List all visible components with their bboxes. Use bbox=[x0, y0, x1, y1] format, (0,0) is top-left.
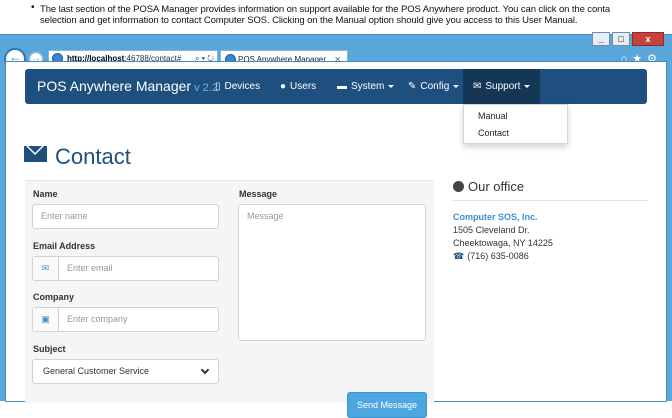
wrench-icon: ✎ bbox=[408, 81, 417, 92]
nav-system[interactable]: ▬ System bbox=[337, 69, 395, 104]
instruction-line-2: selection and get information to contact… bbox=[40, 15, 578, 26]
nav-devices-label: Devices bbox=[224, 81, 261, 92]
nav-users-label: Users bbox=[290, 81, 317, 92]
hdd-icon: ▬ bbox=[337, 81, 347, 92]
nav-config-label: Config bbox=[420, 81, 450, 92]
subject-value: General Customer Service bbox=[43, 366, 150, 376]
menu-item-manual[interactable]: Manual bbox=[478, 111, 508, 121]
office-street: 1505 Cleveland Dr. bbox=[453, 225, 530, 235]
envelope-icon: ✉ bbox=[33, 257, 59, 280]
page-title: Contact bbox=[24, 144, 131, 174]
name-input[interactable]: Enter name bbox=[32, 204, 219, 229]
page-viewport: POS Anywhere Manager v 2.2 ▯ Devices ● User… bbox=[5, 61, 667, 418]
nav-support[interactable]: ✉ Support bbox=[463, 69, 541, 104]
message-label: Message bbox=[239, 189, 278, 199]
office-city: Cheektowaga, NY 14225 bbox=[453, 238, 553, 248]
email-placeholder: Enter email bbox=[67, 263, 113, 273]
name-label: Name bbox=[33, 189, 58, 199]
browser-window: _ □ x ← → http://localhost:46788/contact… bbox=[0, 32, 672, 418]
envelope-icon: ✉ bbox=[473, 81, 482, 92]
contact-form: Name Enter name Email Address ✉ Enter em… bbox=[25, 180, 434, 418]
tablet-icon: ▯ bbox=[215, 81, 221, 92]
close-button[interactable]: x bbox=[632, 32, 664, 46]
office-info: Our office Computer SOS, Inc. 1505 Cleve… bbox=[453, 179, 648, 263]
subject-select[interactable]: General Customer Service bbox=[32, 359, 219, 384]
subject-label: Subject bbox=[33, 344, 66, 354]
brand[interactable]: POS Anywhere Manager v 2.2 bbox=[37, 78, 218, 94]
office-heading: Our office bbox=[453, 179, 648, 201]
support-dropdown: Manual Contact bbox=[463, 104, 568, 144]
message-textarea[interactable]: Message bbox=[238, 204, 426, 341]
nav-config[interactable]: ✎ Config bbox=[408, 69, 460, 104]
caret-down-icon bbox=[524, 84, 531, 88]
window-controls: _ □ x bbox=[592, 32, 664, 46]
nav-system-label: System bbox=[351, 81, 385, 92]
company-field[interactable]: ▣ Enter company bbox=[32, 307, 219, 332]
phone-icon: ☎ bbox=[453, 251, 465, 261]
send-message-button[interactable]: Send Message bbox=[347, 392, 427, 418]
bullet-icon: • bbox=[31, 2, 35, 13]
office-heading-text: Our office bbox=[468, 179, 525, 194]
brand-name: POS Anywhere Manager bbox=[37, 78, 192, 94]
briefcase-icon: ▣ bbox=[33, 308, 59, 331]
chevron-down-icon bbox=[200, 365, 210, 375]
user-icon: ● bbox=[280, 81, 287, 92]
office-phone: (716) 635-0086 bbox=[467, 251, 529, 261]
instruction-line-1: The last section of the POSA Manager pro… bbox=[40, 4, 611, 15]
office-company: Computer SOS, Inc. bbox=[453, 212, 538, 222]
globe-icon bbox=[453, 181, 464, 192]
nav-users[interactable]: ● Users bbox=[280, 69, 316, 104]
envelope-icon bbox=[24, 146, 47, 162]
nav-devices[interactable]: ▯ Devices bbox=[215, 69, 260, 104]
office-phone-row: ☎ (716) 635-0086 bbox=[453, 250, 648, 263]
minimize-button[interactable]: _ bbox=[592, 32, 610, 46]
nav-support-label: Support bbox=[485, 81, 521, 92]
page-title-text: Contact bbox=[55, 144, 131, 169]
email-field[interactable]: ✉ Enter email bbox=[32, 256, 219, 281]
maximize-button[interactable]: □ bbox=[612, 32, 630, 46]
menu-item-contact[interactable]: Contact bbox=[478, 128, 509, 138]
company-placeholder: Enter company bbox=[67, 314, 128, 324]
caret-down-icon bbox=[388, 84, 395, 88]
instruction-text: • The last section of the POSA Manager p… bbox=[0, 0, 672, 34]
top-navbar: POS Anywhere Manager v 2.2 ▯ Devices ● User… bbox=[25, 69, 647, 104]
caret-down-icon bbox=[453, 84, 460, 88]
company-label: Company bbox=[33, 292, 75, 302]
email-label: Email Address bbox=[33, 241, 96, 251]
